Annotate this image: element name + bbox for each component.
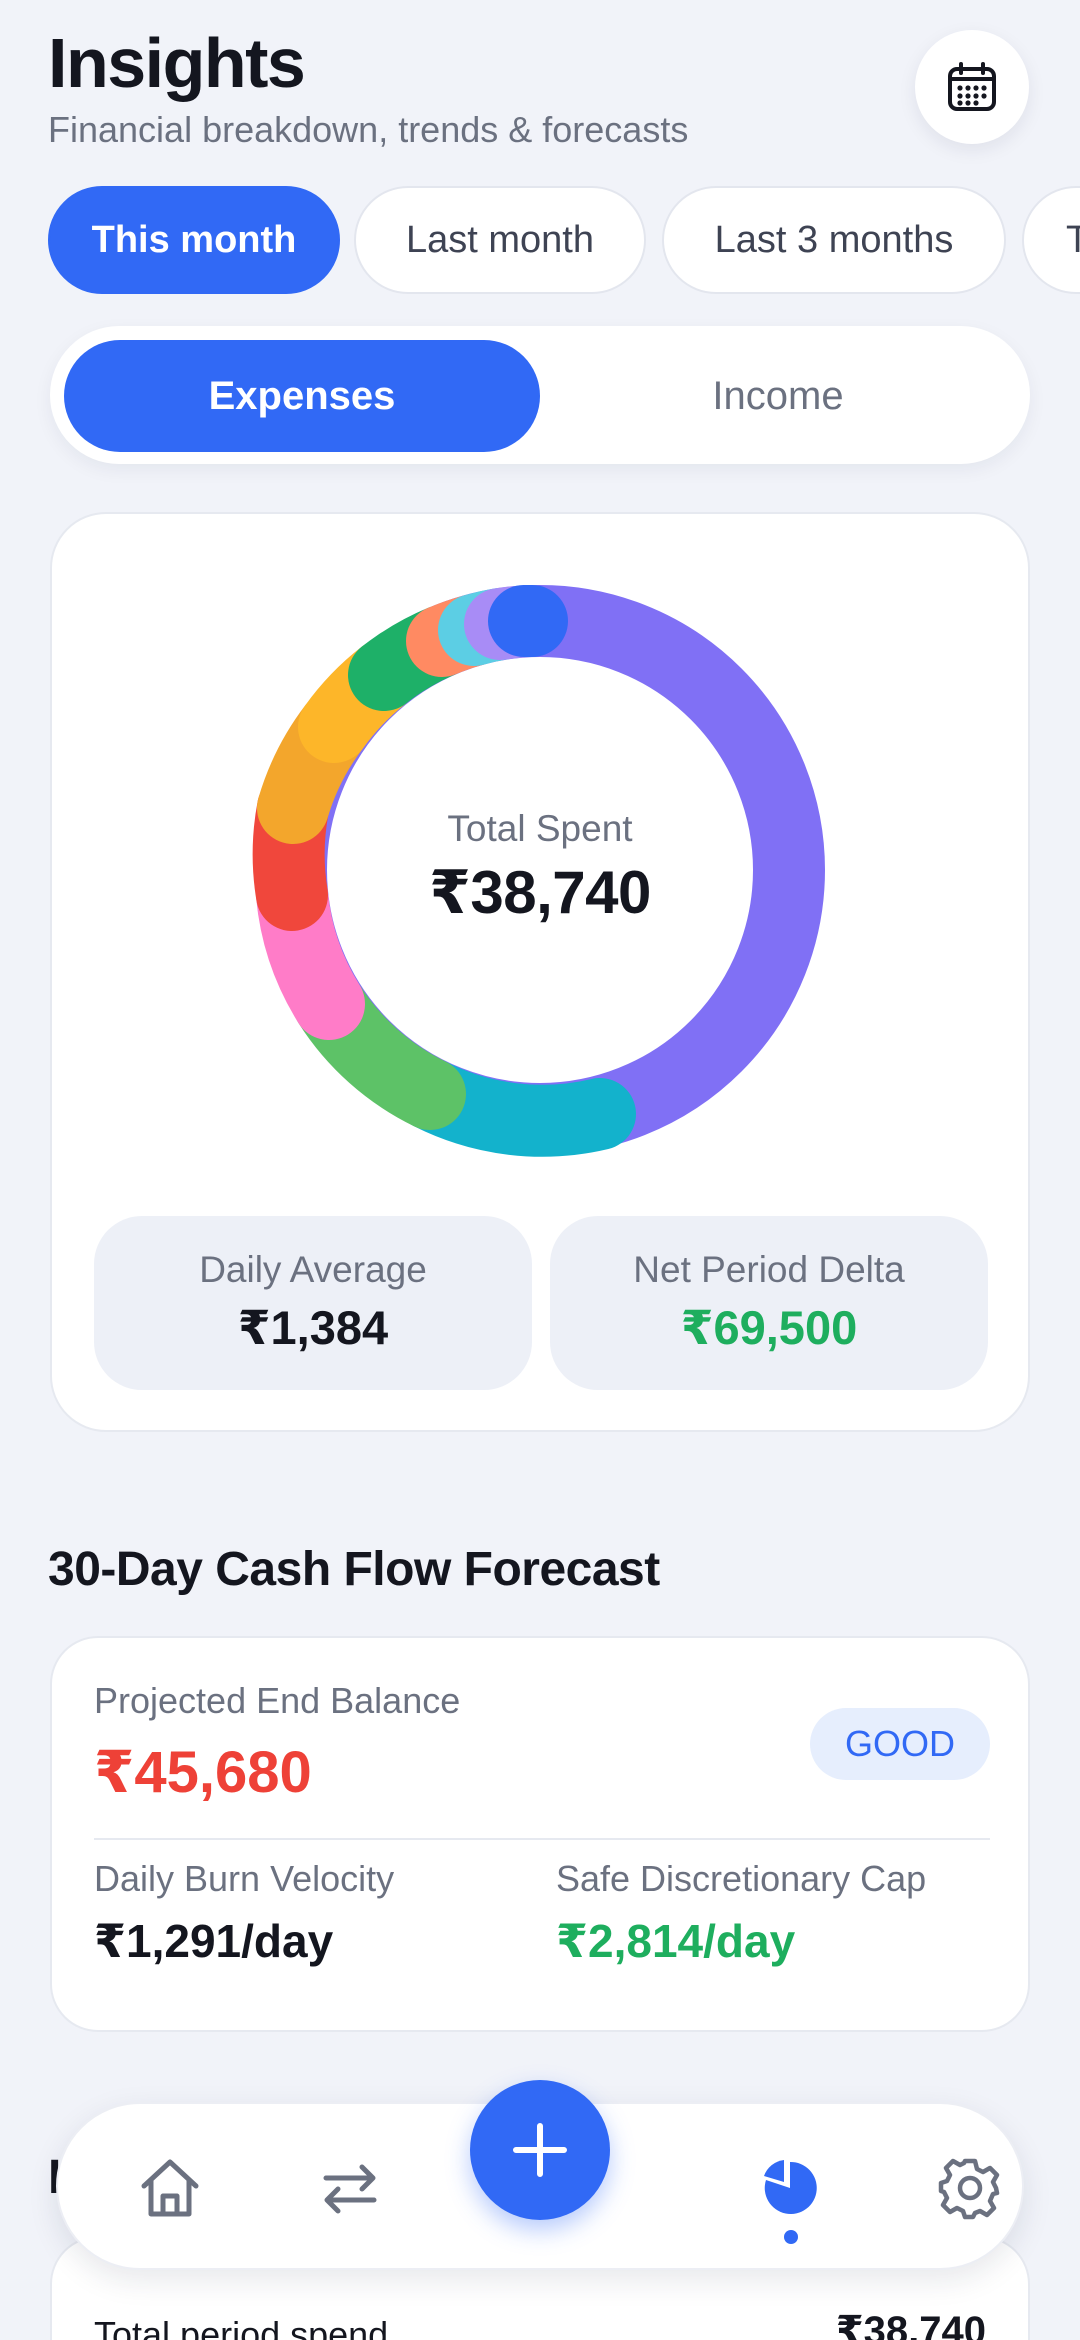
forecast-status-badge: GOOD (810, 1708, 990, 1780)
nav-home[interactable] (126, 2144, 214, 2232)
projected-end-balance-label: Projected End Balance (94, 1680, 461, 1721)
transfer-icon (323, 2164, 377, 2214)
net-period-delta-value: ₹69,500 (680, 1301, 858, 1354)
forecast-card: Projected End Balance ₹45,680 GOOD Daily… (50, 1636, 1030, 2032)
insights-icon (764, 2160, 817, 2214)
safe-discretionary-cap-label: Safe Discretionary Cap (556, 1858, 927, 1899)
settings-icon (938, 2158, 1000, 2220)
nav-transfers[interactable] (306, 2144, 394, 2232)
add-icon (513, 2123, 567, 2177)
add-transaction-button[interactable] (470, 2080, 610, 2220)
nav-settings[interactable] (926, 2144, 1014, 2232)
home-icon (141, 2159, 199, 2217)
expense-donut-chart[interactable] (0, 0, 1080, 1300)
donut-center-value: ₹38,740 (429, 859, 651, 926)
forecast-section-title: 30-Day Cash Flow Forecast (48, 1543, 660, 1596)
forecast-divider (94, 1838, 990, 1840)
donut-center-label: Total Spent (447, 808, 633, 849)
daily-average-value: ₹1,384 (237, 1301, 389, 1354)
active-nav-indicator (784, 2230, 798, 2244)
safe-discretionary-cap-value: ₹2,814/day (556, 1915, 796, 1967)
total-period-spend-label: Total period spend (94, 2314, 389, 2340)
daily-burn-velocity-value: ₹1,291/day (94, 1915, 334, 1967)
projected-end-balance-value: ₹45,680 (94, 1740, 312, 1805)
total-period-spend-value: ₹38,740 (835, 2309, 986, 2340)
nav-insights[interactable] (746, 2144, 834, 2232)
daily-burn-velocity-label: Daily Burn Velocity (94, 1858, 395, 1899)
